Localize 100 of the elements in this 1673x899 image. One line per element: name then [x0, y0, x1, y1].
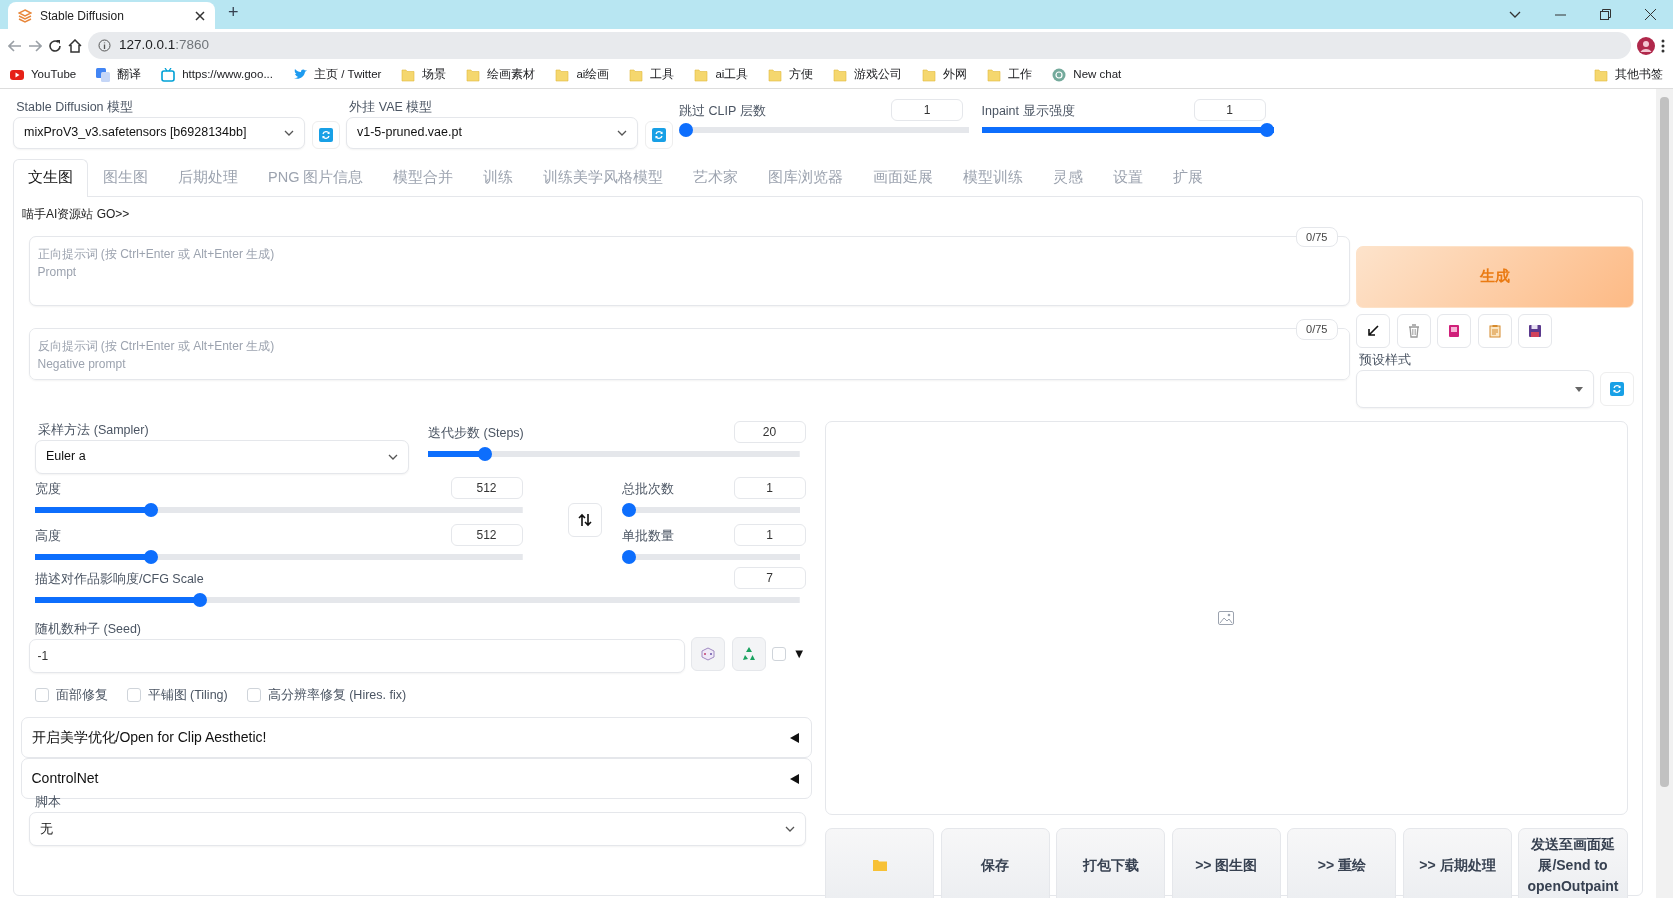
dropdown-label: 外挂 VAE 模型: [348, 99, 434, 116]
bookmark-link[interactable]: ai工具: [694, 66, 749, 84]
slider-handle[interactable]: [679, 122, 693, 137]
bookmark-link[interactable]: 场景: [401, 66, 447, 84]
bookmark-link[interactable]: https://www.goo...: [161, 66, 273, 84]
slider-label: 迭代步数 (Steps): [428, 425, 524, 443]
slider-handle[interactable]: [621, 549, 636, 564]
slider-label: 总批次数: [621, 481, 674, 499]
folder-icon: [987, 68, 1002, 82]
checkbox[interactable]: [35, 687, 49, 702]
folder-icon: [629, 68, 644, 82]
send-button[interactable]: >> 重绘: [1287, 828, 1397, 898]
accordion-header[interactable]: 开启美学优化/Open for Clip Aesthetic!: [20, 717, 812, 759]
bookmark-link[interactable]: 主页 / Twitter: [292, 66, 382, 84]
bookmark-link[interactable]: 其他书签: [1594, 66, 1663, 84]
folder-icon: [768, 68, 783, 82]
send-button[interactable]: 打包下载: [1056, 828, 1166, 898]
number-field[interactable]: 1: [733, 477, 806, 499]
slider-handle[interactable]: [621, 503, 636, 517]
address-bar[interactable]: 127.0.0.1:7860: [88, 32, 1631, 59]
chevron-down-icon: [617, 129, 627, 136]
save-icon: [1528, 324, 1542, 338]
number-field[interactable]: 20: [733, 421, 806, 443]
tool-button[interactable]: [1518, 314, 1552, 348]
number-field[interactable]: 7: [733, 566, 806, 589]
swap-icon: [578, 513, 592, 528]
slider-label: Inpaint 显示强度: [981, 103, 1075, 120]
slider-handle[interactable]: [1259, 122, 1274, 137]
browser-tab[interactable]: Stable Diffusion: [8, 2, 215, 29]
seed-field[interactable]: -1: [28, 638, 685, 673]
bookmark-link[interactable]: 工具: [629, 66, 675, 84]
bird-icon: [292, 68, 307, 82]
new-tab-button[interactable]: +: [228, 0, 239, 26]
send-button[interactable]: >> 图生图: [1171, 828, 1281, 898]
scrollbar-thumb[interactable]: [1660, 97, 1669, 787]
back-icon[interactable]: [8, 39, 22, 52]
restore-icon[interactable]: [1600, 9, 1611, 20]
reload-icon[interactable]: [48, 38, 62, 53]
tool-button[interactable]: [1437, 314, 1471, 348]
send-button[interactable]: >> 后期处理: [1402, 828, 1512, 898]
slider-handle[interactable]: [192, 592, 207, 607]
bookmark-link[interactable]: New chat: [1052, 66, 1122, 84]
bookmark-link[interactable]: YouTube: [10, 66, 77, 84]
toggle-arrow[interactable]: ▼: [792, 644, 806, 664]
checkbox[interactable]: [772, 647, 787, 662]
refresh-button[interactable]: [1600, 372, 1634, 406]
slider-label: 单批数量: [621, 527, 674, 545]
slider-handle[interactable]: [478, 447, 493, 461]
number-field[interactable]: 512: [450, 523, 523, 546]
random-seed-button[interactable]: [691, 637, 726, 672]
send-button[interactable]: 发送至画面延展/Send to openOutpaint: [1518, 828, 1628, 898]
bookmark-link[interactable]: ai绘画: [555, 66, 610, 84]
bookmark-link[interactable]: 绘画素材: [466, 66, 536, 84]
trash-icon: [1406, 324, 1421, 338]
folder-icon: [1594, 68, 1608, 82]
refresh-button[interactable]: [644, 120, 673, 149]
slider-handle[interactable]: [143, 549, 158, 564]
minimize-icon[interactable]: [1555, 13, 1566, 16]
bookmark-link[interactable]: 方便: [768, 66, 814, 84]
script-dropdown[interactable]: 无: [28, 812, 806, 846]
chevron-down-icon[interactable]: [1509, 10, 1521, 19]
image-icon: [1218, 611, 1235, 625]
folder-icon: [466, 68, 481, 82]
send-button[interactable]: 保存: [940, 828, 1050, 898]
promo-link[interactable]: 喵手AI资源站 GO>>: [22, 204, 1634, 223]
model-dropdown[interactable]: v1-5-pruned.vae.pt: [346, 116, 638, 149]
number-field[interactable]: 512: [450, 477, 523, 499]
close-icon[interactable]: [1645, 9, 1656, 20]
number-field[interactable]: 1: [1193, 98, 1266, 121]
tab[interactable]: 文生图: [13, 158, 88, 197]
more-icon[interactable]: [1661, 38, 1665, 53]
chevron-down-icon: [784, 826, 795, 832]
checkbox[interactable]: [247, 687, 262, 702]
dice-icon: [701, 647, 716, 662]
model-dropdown[interactable]: mixProV3_v3.safetensors [b6928134bb]: [13, 116, 305, 149]
reuse-seed-button[interactable]: [731, 637, 766, 672]
dropdown-label: 预设样式: [1358, 352, 1413, 370]
tool-button[interactable]: [1356, 314, 1390, 348]
bookmark-link[interactable]: 工作: [987, 66, 1033, 84]
swap-button[interactable]: [568, 503, 602, 538]
forward-icon[interactable]: [28, 39, 42, 52]
slider-handle[interactable]: [143, 503, 158, 517]
bookmark-link[interactable]: 翻译: [96, 66, 142, 84]
profile-avatar-icon[interactable]: [1637, 36, 1655, 55]
refresh-icon: [651, 127, 666, 142]
close-icon[interactable]: [195, 10, 205, 21]
refresh-button[interactable]: [311, 120, 340, 149]
folder-icon: [401, 68, 416, 82]
bookmark-link[interactable]: 游戏公司: [833, 66, 903, 84]
number-field[interactable]: 1: [891, 98, 963, 121]
bookmark-link[interactable]: 外网: [922, 66, 968, 84]
number-field[interactable]: 1: [733, 523, 806, 546]
folder-icon: [555, 68, 570, 82]
checkbox[interactable]: [127, 687, 141, 702]
tv-icon: [161, 68, 176, 82]
slider-label: 描述对作品影响度/CFG Scale: [35, 571, 204, 588]
home-icon[interactable]: [68, 38, 82, 53]
chevron-down-icon: [387, 453, 398, 460]
dropdown-label: 采样方法 (Sampler): [37, 422, 150, 439]
sampler-dropdown[interactable]: Euler a: [35, 439, 409, 474]
